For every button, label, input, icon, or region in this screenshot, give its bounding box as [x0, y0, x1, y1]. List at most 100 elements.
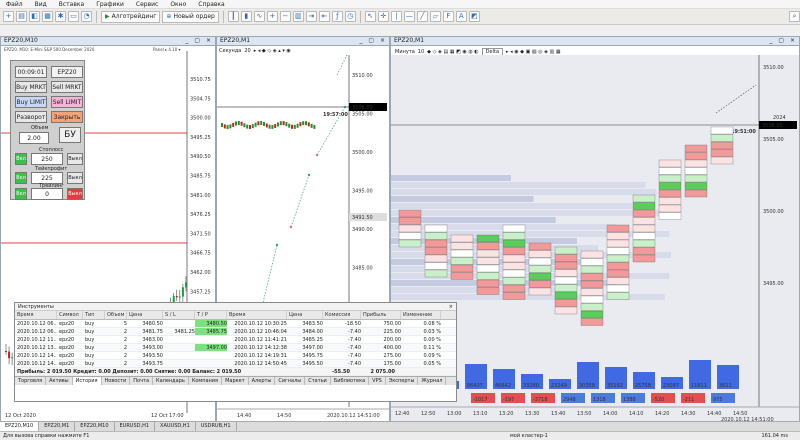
new-order-button[interactable]: ⊕ Новый ордер: [162, 10, 219, 23]
table-row[interactable]: 2020.10.12 11... epz20 buy 2 3483.00 2020.10.…: [15, 336, 456, 344]
scroll-icon[interactable]: ⇥: [305, 11, 317, 22]
table-row[interactable]: 2020.10.12 06... epz20 buy 2 3481.75 3481.25 3…: [15, 328, 456, 336]
chart-tab[interactable]: XAUUSD,H1: [155, 422, 196, 431]
stoploss-input[interactable]: 250: [31, 153, 63, 165]
crosshair-icon[interactable]: ✛: [377, 11, 389, 22]
column-header[interactable]: Время: [15, 311, 57, 319]
menu-charts[interactable]: Графики: [90, 1, 130, 8]
takeprofit-off-button[interactable]: Выкл: [67, 172, 83, 184]
column-header[interactable]: Комиссия: [323, 311, 361, 319]
trailing-off-button[interactable]: Выкл: [67, 188, 83, 200]
terminal-tab[interactable]: Календарь: [153, 377, 189, 385]
terminal-tab[interactable]: Библиотека: [331, 377, 370, 385]
terminal-tab[interactable]: Статьи: [305, 377, 331, 385]
table-cell: buy: [85, 321, 95, 327]
tester-icon[interactable]: ◔: [81, 11, 92, 22]
terminal-tab[interactable]: Сигналы: [275, 377, 306, 385]
reverse-button[interactable]: Разворот: [15, 111, 47, 123]
menu-help[interactable]: Справка: [192, 1, 230, 8]
terminal-tab[interactable]: Компания: [189, 377, 223, 385]
market-watch-icon[interactable]: ◧: [29, 11, 40, 22]
candles-icon[interactable]: ▮: [240, 11, 252, 22]
close-icon[interactable]: ×: [449, 303, 453, 311]
column-header[interactable]: Тип: [83, 311, 105, 319]
trailing-on-button[interactable]: Вкл: [15, 188, 27, 200]
zoom-out-icon[interactable]: −: [279, 11, 291, 22]
terminal-tab[interactable]: Новости: [102, 377, 131, 385]
column-header[interactable]: Символ: [57, 311, 83, 319]
terminal-tab[interactable]: Журнал: [418, 377, 447, 385]
menu-view[interactable]: Вид: [29, 1, 53, 8]
time-tick: 14:40: [707, 411, 721, 417]
sell-limit-button[interactable]: Sell LIMIT: [51, 96, 83, 108]
algo-trading-button[interactable]: ▶ Алготрейдинг: [101, 10, 161, 23]
timeframe-selector[interactable]: Секунда 20 ▸ ◂ ◆ ◇ ◈ ▴ ▾ ◉: [219, 48, 291, 54]
data-window-icon[interactable]: ▦: [42, 11, 53, 22]
shift-icon[interactable]: ⇤: [318, 11, 330, 22]
buy-limit-button[interactable]: Buy LIMIT: [15, 96, 47, 108]
trendline-icon[interactable]: ╱: [416, 11, 428, 22]
chart-tab[interactable]: EURUSD,H1: [115, 422, 156, 431]
close-position-button[interactable]: Закрыть: [51, 111, 83, 123]
chart-tab[interactable]: EPZ20,M10: [0, 422, 40, 431]
menu-file[interactable]: Файл: [0, 1, 29, 8]
breakeven-button[interactable]: БУ: [59, 127, 81, 143]
volume-input[interactable]: 2.00: [19, 132, 49, 144]
vline-icon[interactable]: |: [390, 11, 402, 22]
table-row[interactable]: 2020.10.12 14... epz20 buy 2 3493.50 2020.10.…: [15, 352, 456, 360]
takeprofit-on-button[interactable]: Вкл: [15, 172, 27, 184]
periods-icon[interactable]: ◷: [344, 11, 356, 22]
terminal-tab[interactable]: Эксперты: [386, 377, 419, 385]
terminal-icon[interactable]: ▭: [68, 11, 79, 22]
chart-tab[interactable]: USDRUB,H1: [196, 422, 237, 431]
tile-icon[interactable]: ▥: [292, 11, 304, 22]
navigator-icon[interactable]: ✱: [55, 11, 66, 22]
menu-window[interactable]: Окно: [164, 1, 192, 8]
chart-tab[interactable]: EPZ20,M10: [75, 422, 115, 431]
table-row[interactable]: 2020.10.12 13... epz20 buy 2 3493.00 3497.00 2…: [15, 344, 456, 352]
menu-tools[interactable]: Сервис: [130, 1, 164, 8]
profiles-icon[interactable]: ▤: [16, 11, 27, 22]
column-header[interactable]: T / P: [195, 311, 227, 319]
sell-market-button[interactable]: Sell MRKT: [51, 81, 83, 93]
bars-icon[interactable]: ┃: [227, 11, 239, 22]
column-header[interactable]: Изменение: [401, 311, 441, 319]
table-row[interactable]: 2020.10.12 14... epz20 buy 2 3493.75 2020.10.…: [15, 360, 456, 368]
terminal-tab[interactable]: Алерты: [249, 377, 276, 385]
search-icon[interactable]: ⌕: [789, 11, 800, 22]
channel-icon[interactable]: ▱: [429, 11, 441, 22]
hline-icon[interactable]: —: [403, 11, 415, 22]
window-controls[interactable]: _ ▢ ×: [769, 37, 797, 45]
cursor-icon[interactable]: ↖: [364, 11, 376, 22]
chart-tab[interactable]: EPZ20,M1: [39, 422, 76, 431]
menu-insert[interactable]: Вставка: [53, 1, 90, 8]
column-header[interactable]: Объем: [105, 311, 127, 319]
text-icon[interactable]: A: [455, 11, 467, 22]
column-header[interactable]: S / L: [163, 311, 195, 319]
window-controls[interactable]: _ ▢ ×: [185, 37, 213, 45]
column-header[interactable]: Цена: [127, 311, 163, 319]
terminal-tab[interactable]: Торговля: [15, 377, 47, 385]
stoploss-off-button[interactable]: Выкл: [67, 153, 83, 165]
terminal-tab[interactable]: Почта: [130, 377, 154, 385]
cluster-cell: [580, 265, 604, 274]
buy-market-button[interactable]: Buy MRKT: [15, 81, 47, 93]
terminal-tab[interactable]: Маркет: [222, 377, 249, 385]
terminal-tab[interactable]: История: [72, 377, 102, 385]
column-header[interactable]: Цена: [287, 311, 323, 319]
column-header[interactable]: Прибыль: [361, 311, 401, 319]
shapes-icon[interactable]: ◩: [468, 11, 480, 22]
summary-profit: 2 075.00: [370, 369, 395, 375]
zoom-in-icon[interactable]: +: [266, 11, 278, 22]
indicators-icon[interactable]: ƒ: [331, 11, 343, 22]
stoploss-on-button[interactable]: Вкл: [15, 153, 27, 165]
line-chart-icon[interactable]: ∿: [253, 11, 265, 22]
window-controls[interactable]: _ ▢ ×: [359, 37, 387, 45]
terminal-tab[interactable]: Активы: [46, 377, 73, 385]
terminal-tab[interactable]: VPS: [369, 377, 386, 385]
new-chart-icon[interactable]: +: [3, 11, 14, 22]
table-row[interactable]: 2020.10.12 06... epz20 buy 5 3480.50 3480.50 2…: [15, 320, 456, 328]
column-header[interactable]: Время: [227, 311, 287, 319]
fibo-icon[interactable]: F: [442, 11, 454, 22]
trailing-input[interactable]: 0: [31, 188, 63, 200]
